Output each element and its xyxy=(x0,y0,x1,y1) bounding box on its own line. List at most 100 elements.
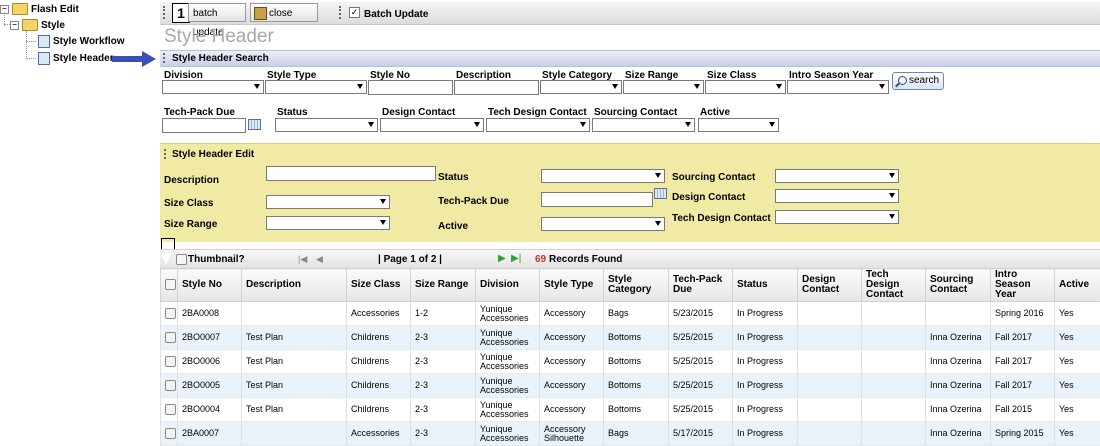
calendar-icon[interactable] xyxy=(248,119,261,130)
row-checkbox[interactable] xyxy=(165,404,176,415)
toolbar-grip-icon[interactable] xyxy=(163,6,168,19)
batch-update-checkbox[interactable]: ✓ xyxy=(349,7,360,18)
prev-page-icon[interactable]: ◀ xyxy=(316,254,323,265)
collapse-icon[interactable]: − xyxy=(10,21,19,30)
page-info: | Page 1 of 2 | xyxy=(378,254,442,265)
status-select[interactable] xyxy=(275,118,378,132)
design-contact-select[interactable] xyxy=(380,118,484,132)
row-select-cell[interactable] xyxy=(161,302,178,326)
table-row[interactable]: 2BA0008Accessories1-2Yunique Accessories… xyxy=(161,302,1100,326)
column-header[interactable]: Division xyxy=(476,269,540,302)
tree-node-style-header[interactable]: Style Header xyxy=(38,52,114,65)
edit-sourcing-contact-select[interactable] xyxy=(775,169,899,183)
table-row[interactable]: 2BO0006Test PlanChildrens2-3Yunique Acce… xyxy=(161,350,1100,374)
sourcing-contact-select[interactable] xyxy=(592,118,695,132)
next-page-icon[interactable]: ▶ xyxy=(498,253,506,264)
first-page-icon[interactable]: |◀ xyxy=(298,254,307,265)
table-cell xyxy=(798,398,862,422)
table-row[interactable]: 2BO0005Test PlanChildrens2-3Yunique Acce… xyxy=(161,374,1100,398)
style-type-select[interactable] xyxy=(265,80,367,94)
column-header[interactable]: Intro Season Year xyxy=(991,269,1055,302)
edit-size-range-select[interactable] xyxy=(266,216,390,230)
edit-tech-pack-due-label: Tech-Pack Due xyxy=(438,196,509,207)
thumbnail-checkbox[interactable] xyxy=(176,254,187,265)
table-row[interactable]: 2BO0004Test PlanChildrens2-3Yunique Acce… xyxy=(161,398,1100,422)
close-button[interactable]: close xyxy=(250,3,318,22)
table-cell xyxy=(798,350,862,374)
select-all-header[interactable] xyxy=(161,269,178,302)
pointer-arrow-head-icon xyxy=(142,51,156,67)
tree-label: Style Workflow xyxy=(53,36,125,47)
column-header[interactable]: Size Class xyxy=(347,269,411,302)
table-cell: 5/25/2015 xyxy=(669,350,733,374)
batch-update-label: Batch Update xyxy=(364,9,428,20)
edit-status-label: Status xyxy=(438,172,469,183)
row-checkbox[interactable] xyxy=(165,356,176,367)
tree-node-style[interactable]: − Style xyxy=(10,19,65,31)
edit-active-select[interactable] xyxy=(541,217,665,231)
size-class-select[interactable] xyxy=(705,80,786,94)
table-cell: 2-3 xyxy=(411,326,476,350)
table-cell: Childrens xyxy=(347,350,411,374)
batch-update-button[interactable]: batch update xyxy=(188,3,246,22)
edit-size-class-label: Size Class xyxy=(164,198,213,209)
edit-size-class-select[interactable] xyxy=(266,195,390,209)
magnifier-icon xyxy=(898,76,907,85)
last-page-icon[interactable]: ▶| xyxy=(511,253,521,264)
table-cell: Yunique Accessories xyxy=(476,398,540,422)
column-header[interactable]: Style No xyxy=(178,269,242,302)
row-select-cell[interactable] xyxy=(161,326,178,350)
style-category-select[interactable] xyxy=(540,80,622,94)
column-header[interactable]: Tech-Pack Due xyxy=(669,269,733,302)
table-cell: Bottoms xyxy=(604,350,669,374)
row-checkbox[interactable] xyxy=(165,380,176,391)
column-header[interactable]: Size Range xyxy=(411,269,476,302)
table-cell: 2BO0005 xyxy=(178,374,242,398)
table-cell: 2BO0004 xyxy=(178,398,242,422)
column-header[interactable]: Status xyxy=(733,269,798,302)
tree-label: Style Header xyxy=(53,53,114,64)
column-header[interactable]: Style Category xyxy=(604,269,669,302)
table-cell xyxy=(862,302,926,326)
column-header[interactable]: Tech Design Contact xyxy=(862,269,926,302)
select-all-checkbox[interactable] xyxy=(165,279,176,290)
intro-season-year-select[interactable] xyxy=(787,80,889,94)
tree-node-flash-edit[interactable]: − Flash Edit xyxy=(0,3,79,15)
size-range-select[interactable] xyxy=(623,80,704,94)
tech-design-contact-select[interactable] xyxy=(486,118,590,132)
description-input[interactable] xyxy=(454,80,539,95)
search-section-header[interactable]: Style Header Search xyxy=(160,50,1100,67)
table-cell: Bottoms xyxy=(604,374,669,398)
style-no-input[interactable] xyxy=(368,80,453,95)
row-checkbox[interactable] xyxy=(165,332,176,343)
search-button-label: search xyxy=(909,75,939,86)
column-header[interactable]: Design Contact xyxy=(798,269,862,302)
edit-status-select[interactable] xyxy=(541,169,665,183)
toolbar-grip-icon[interactable] xyxy=(339,6,344,19)
edit-description-input[interactable] xyxy=(266,166,436,181)
edit-tech-pack-due-input[interactable] xyxy=(541,192,653,207)
edit-tech-design-contact-select[interactable] xyxy=(775,210,899,224)
calendar-icon[interactable] xyxy=(654,188,667,199)
table-cell: Fall 2017 xyxy=(991,326,1055,350)
row-select-cell[interactable] xyxy=(161,398,178,422)
close-button-label: close xyxy=(269,8,292,19)
column-header[interactable]: Style Type xyxy=(540,269,604,302)
column-header[interactable]: Sourcing Contact xyxy=(926,269,991,302)
active-select[interactable] xyxy=(698,118,779,132)
column-header[interactable]: Active xyxy=(1055,269,1100,302)
column-header[interactable]: Description xyxy=(242,269,347,302)
search-button[interactable]: search xyxy=(892,72,944,90)
toolbar: 1 batch update close ✓ Batch Update xyxy=(160,2,1100,25)
tree-node-style-workflow[interactable]: Style Workflow xyxy=(38,35,125,48)
division-select[interactable] xyxy=(162,80,264,94)
table-cell: Inna Ozerina xyxy=(926,374,991,398)
row-select-cell[interactable] xyxy=(161,374,178,398)
table-cell xyxy=(862,374,926,398)
tech-pack-due-input[interactable] xyxy=(162,118,246,133)
table-row[interactable]: 2BO0007Test PlanChildrens2-3Yunique Acce… xyxy=(161,326,1100,350)
edit-design-contact-select[interactable] xyxy=(775,189,899,203)
row-checkbox[interactable] xyxy=(165,308,176,319)
table-cell xyxy=(798,326,862,350)
row-select-cell[interactable] xyxy=(161,350,178,374)
